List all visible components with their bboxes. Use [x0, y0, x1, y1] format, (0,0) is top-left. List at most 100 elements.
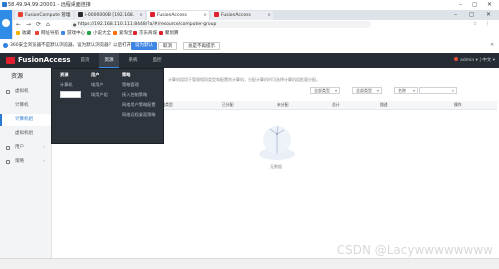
column-header[interactable]: 操作 — [454, 101, 462, 109]
bookmark-icon — [61, 30, 65, 35]
column-header[interactable]: 未分配 — [277, 101, 288, 109]
info-icon — [3, 43, 8, 48]
app-logo[interactable]: FusionAccess — [18, 53, 71, 68]
type-filter-select[interactable]: 全部类型 ▾ — [310, 87, 340, 94]
bookmark-icon — [87, 30, 91, 35]
menu-column-user: 用户 域用户 域用户组 — [91, 72, 108, 102]
lock-icon: ● — [73, 22, 77, 27]
home-button[interactable]: ⌂ — [46, 20, 50, 29]
chevron-down-icon: ▾ — [334, 88, 337, 93]
bookmark-item[interactable]: 小说大全 — [87, 29, 111, 39]
sidebar-item-policy[interactable]: 策略 › — [0, 156, 51, 168]
topnav-system[interactable]: 系统 — [123, 53, 143, 68]
column-header[interactable]: 描述 — [380, 101, 388, 109]
bookmark-item[interactable]: 游戏中心 — [61, 29, 85, 39]
bookmark-icon — [159, 30, 163, 35]
status-filter-select[interactable]: 全部类型 ▾ — [352, 87, 382, 94]
search-input[interactable]: ⌕ — [419, 87, 457, 94]
bookmark-item[interactable]: 爱淘宝 — [113, 29, 133, 39]
browser-tab-active[interactable]: FusionAccess × — [147, 11, 209, 20]
chevron-right-icon: › — [43, 145, 45, 150]
search-icon[interactable]: ⌕ — [452, 88, 454, 94]
topnav-monitor[interactable]: 监控 — [147, 53, 167, 68]
menu-item[interactable]: 接入控制策略 — [122, 92, 156, 98]
menu-item[interactable]: 策略管理 — [122, 82, 156, 88]
menu-item[interactable]: 网络用户策略配置 — [122, 102, 156, 108]
sidebar-item-vm-group[interactable]: 虚拟机组 — [0, 128, 51, 140]
sidebar-title: 资源 — [11, 73, 24, 80]
cancel-button[interactable]: 取消 — [158, 42, 177, 50]
menu-item[interactable]: 计算机组 — [60, 91, 81, 98]
browser-menu-icons[interactable]: ☆ ⋮ — [473, 20, 493, 29]
tab-favicon-icon — [214, 12, 219, 17]
menu-heading: 资源 — [60, 72, 69, 77]
reload-button[interactable]: ⟳ — [36, 20, 41, 29]
chevron-down-icon: ▾ — [376, 88, 379, 93]
app-header: FusionAccess 首页 资源 系统 监控 admin ▾ | 中文 ▾ — [0, 53, 499, 68]
sidebar-item-computer[interactable]: 计算机 — [0, 100, 51, 112]
tab-favicon-icon — [18, 12, 23, 17]
tab-close-icon[interactable]: × — [203, 11, 207, 20]
tab-favicon-icon — [150, 12, 155, 17]
watermark-text: CSDN @Lacywwwwwwww — [336, 243, 493, 257]
topnav-home[interactable]: 首页 — [75, 53, 95, 68]
field-select[interactable]: 名称 ▾ — [394, 87, 418, 94]
header-user-area[interactable]: admin ▾ | 中文 ▾ — [453, 53, 495, 68]
default-browser-infobar: 360安全浏览器不是默认浏览器，设为默认浏览器？以后打开网页更快速 设为默认 取… — [0, 39, 499, 54]
bookmark-icon — [16, 30, 20, 35]
sidebar-item-user[interactable]: 用户 › — [0, 142, 51, 154]
resource-dropdown-menu: 资源 计算机 计算机组 虚拟机 用户 域用户 域用户组 策略 策略管理 接入控制… — [51, 68, 164, 144]
empty-state-illustration — [259, 125, 295, 160]
bookmark-item[interactable]: 收藏 — [16, 29, 31, 39]
huawei-logo-icon — [6, 57, 15, 64]
menu-item[interactable]: 网络远程桌面策略 — [122, 112, 156, 118]
sidebar: 资源 虚拟机 计算机 计算机组 虚拟机组 用户 › 策略 › — [0, 68, 52, 268]
bookmark-icon — [133, 30, 137, 35]
taskbar-strip — [0, 258, 499, 269]
browser-tab[interactable]: FusionCompute 管理 × — [15, 11, 73, 20]
menu-item[interactable]: 域用户 — [91, 82, 108, 88]
address-url: https://192.168.110.111:8448/?a/#/resour… — [78, 22, 217, 27]
bookmark-item[interactable]: 聚划算 — [159, 29, 179, 39]
forward-button[interactable]: → — [26, 20, 31, 29]
sidebar-item-vm[interactable]: 虚拟机 — [0, 86, 51, 98]
tab-favicon-icon — [78, 12, 83, 17]
infobar-close-icon[interactable]: ✕ — [490, 39, 494, 53]
chevron-down-icon: ▾ — [412, 88, 415, 93]
set-default-button[interactable]: 设为默认 — [131, 42, 157, 50]
bookmark-item[interactable]: 京东商城 — [133, 29, 157, 39]
remote-window-controls[interactable]: – ◻ ✕ — [459, 0, 496, 10]
bookmark-icon — [113, 30, 117, 35]
menu-item[interactable]: 域用户组 — [91, 92, 108, 98]
menu-column-resource: 资源 计算机 计算机组 虚拟机 — [60, 72, 81, 102]
browser-tab[interactable]: FusionAccess × — [211, 11, 273, 20]
user-menu[interactable]: admin ▾ | 中文 ▾ — [460, 58, 495, 63]
menu-heading: 用户 — [91, 72, 100, 77]
menu-column-policy: 策略 策略管理 接入控制策略 网络用户策略配置 网络远程桌面策略 — [122, 72, 156, 122]
back-button[interactable]: ← — [16, 20, 21, 29]
column-header[interactable]: 已分配 — [222, 101, 233, 109]
policy-icon — [6, 160, 10, 164]
bookmark-icon — [35, 30, 39, 35]
column-header[interactable]: 总计 — [332, 101, 340, 109]
vm-icon — [6, 90, 10, 94]
topnav-resource[interactable]: 资源 — [99, 53, 119, 68]
remote-desktop-icon — [2, 2, 7, 7]
sidebar-item-computer-group[interactable]: 计算机组 — [0, 114, 51, 126]
remote-desktop-title: 58.49.94.99:20001 - 远程桌面连接 — [8, 2, 91, 8]
browser-tab-strip: FusionCompute 管理 × i-0000000B [192.168. × … — [13, 10, 499, 20]
browser-logo-icon[interactable] — [0, 10, 12, 39]
alarm-icon[interactable] — [453, 57, 458, 61]
tab-close-icon[interactable]: × — [267, 11, 271, 20]
menu-item[interactable]: 计算机 — [60, 82, 73, 88]
never-prompt-button[interactable]: 总是不再提示 — [183, 42, 220, 50]
browser-tab[interactable]: i-0000000B [192.168. × — [75, 11, 145, 20]
bookmark-item[interactable]: 网址导航 — [35, 29, 59, 39]
tab-close-icon[interactable]: × — [67, 11, 71, 20]
menu-heading: 策略 — [122, 72, 131, 77]
browser-window-controls[interactable]: – ◻ ✕ — [454, 10, 496, 19]
tab-close-icon[interactable]: × — [139, 11, 143, 20]
empty-state-text: 无数据 — [270, 164, 282, 169]
address-bar[interactable]: ● https://192.168.110.111:8448/?a/#/reso… — [71, 21, 371, 28]
page-description: 计算机组用于管理相同类型和配置的计算机，分配计算机时可选择计算机组批量分配。 — [168, 77, 320, 82]
